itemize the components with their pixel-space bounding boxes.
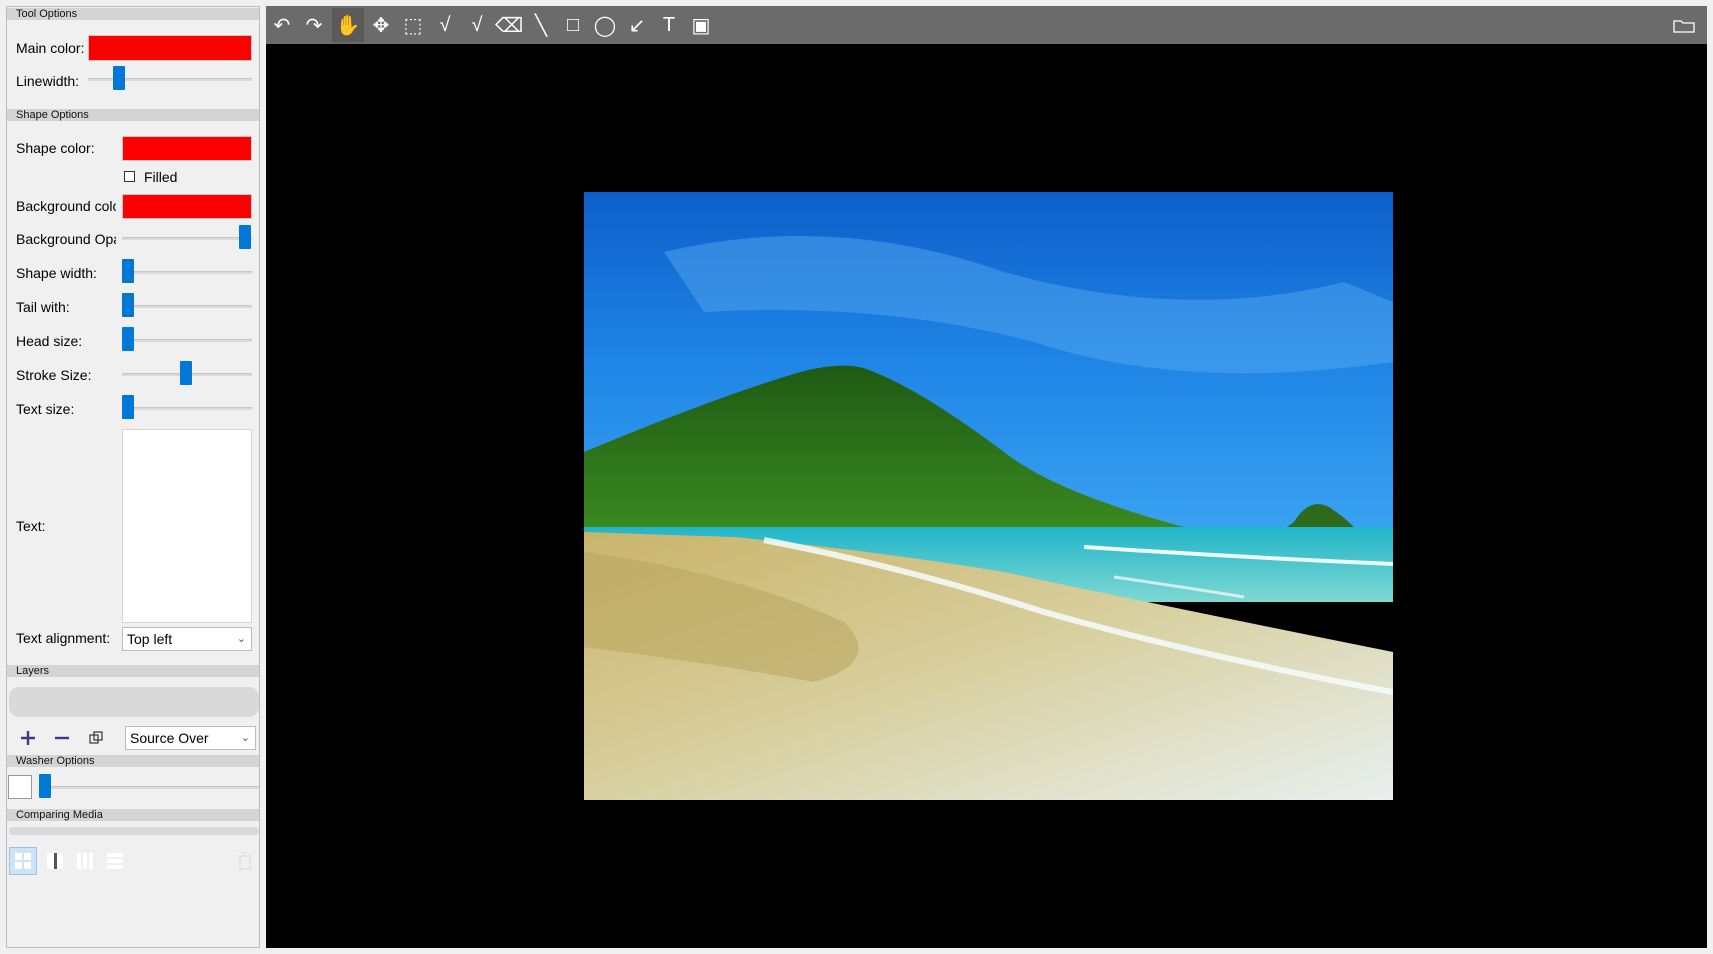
remove-layer-button[interactable] [51,727,73,749]
chevron-down-icon: ⌄ [240,732,250,744]
pen-icon[interactable]: √ [429,8,461,42]
background-color-label: Background colc [16,198,116,214]
text-input[interactable] [122,429,252,623]
blend-mode-value: Source Over [130,730,209,746]
columns-icon [77,853,93,869]
background-color-swatch[interactable] [122,194,252,219]
left-panel: Tool Options Main color: Linewidth: Shap… [6,6,260,948]
linewidth-slider-handle[interactable] [113,66,125,90]
grid-icon [15,853,31,869]
washer-slider-handle[interactable] [39,774,51,798]
rows-icon [107,853,123,869]
duplicate-layer-button[interactable] [85,727,107,749]
main-color-label: Main color: [16,40,85,56]
text-icon[interactable]: T [653,8,685,42]
redo-icon[interactable]: ↷ [298,8,330,42]
shape-width-label: Shape width: [16,265,97,281]
text-size-slider-handle[interactable] [122,395,134,419]
canvas[interactable] [266,44,1707,948]
tail-width-label: Tail with: [16,299,70,315]
shape-options-header: Shape Options [7,109,259,121]
split-icon [47,853,63,869]
chevron-down-icon: ⌄ [236,633,246,645]
background-opacity-label: Background Opa [16,231,116,247]
folder-icon[interactable] [1668,8,1700,42]
move-icon[interactable]: ✥ [365,8,397,42]
washer-slider[interactable] [39,786,259,789]
comparing-media-header: Comparing Media [7,809,259,821]
eraser-icon[interactable]: ⌫ [493,8,525,42]
head-size-label: Head size: [16,333,83,349]
rectangle-icon[interactable]: □ [557,8,589,42]
shape-width-slider[interactable] [122,271,252,274]
split-view-button[interactable] [41,847,69,875]
shape-width-slider-handle[interactable] [122,259,134,283]
minus-icon [55,736,69,740]
filled-label: Filled [144,169,178,185]
add-layer-button[interactable] [17,727,39,749]
beach-photo [584,192,1393,800]
stroke-size-slider-handle[interactable] [180,361,192,385]
washer-color-swatch[interactable] [8,775,32,799]
ellipse-icon[interactable]: ◯ [589,8,621,42]
filled-checkbox[interactable] [124,171,135,182]
comparing-media-list[interactable] [9,827,259,835]
tail-width-slider-handle[interactable] [122,293,134,317]
background-opacity-slider-handle[interactable] [239,225,251,249]
shape-color-swatch[interactable] [122,136,252,161]
grid-view-button[interactable] [9,847,37,875]
rows-view-button[interactable] [101,847,129,875]
text-alignment-dropdown[interactable]: Top left ⌄ [122,627,252,651]
main-color-swatch[interactable] [88,35,252,61]
undo-icon[interactable]: ↶ [266,8,298,42]
arrow-icon[interactable]: ↙ [621,8,653,42]
head-size-slider-handle[interactable] [122,327,134,351]
layers-list[interactable] [9,687,259,717]
layers-header: Layers [7,665,259,677]
text-size-label: Text size: [16,401,75,417]
image-icon[interactable]: ▣ [685,8,717,42]
blend-mode-dropdown[interactable]: Source Over ⌄ [125,726,256,750]
linewidth-label: Linewidth: [16,73,80,89]
tool-options-header: Tool Options [7,8,259,20]
text-size-slider[interactable] [122,407,252,410]
background-opacity-slider[interactable] [122,237,252,240]
hand-pan-icon[interactable]: ✋ [332,8,364,42]
text-alignment-value: Top left [127,631,173,647]
tail-width-slider[interactable] [122,305,252,308]
text-label: Text: [16,518,46,534]
delete-media-button[interactable] [233,847,257,875]
drawing-toolbar: ↶ ↷ ✋ ✥ ⬚ √ √ ⌫ ╲ □ ◯ ↙ T ▣ [266,6,1707,44]
head-size-slider[interactable] [122,339,252,342]
shape-color-label: Shape color: [16,140,95,156]
plus-icon [21,731,35,745]
columns-view-button[interactable] [71,847,99,875]
text-alignment-label: Text alignment: [16,630,111,646]
rectangle-select-icon[interactable]: ⬚ [397,8,429,42]
brush-icon[interactable]: √ [461,8,493,42]
line-icon[interactable]: ╲ [525,8,557,42]
washer-options-header: Washer Options [7,755,259,767]
duplicate-icon [89,731,103,744]
trash-icon [238,852,252,870]
stroke-size-label: Stroke Size: [16,367,92,383]
